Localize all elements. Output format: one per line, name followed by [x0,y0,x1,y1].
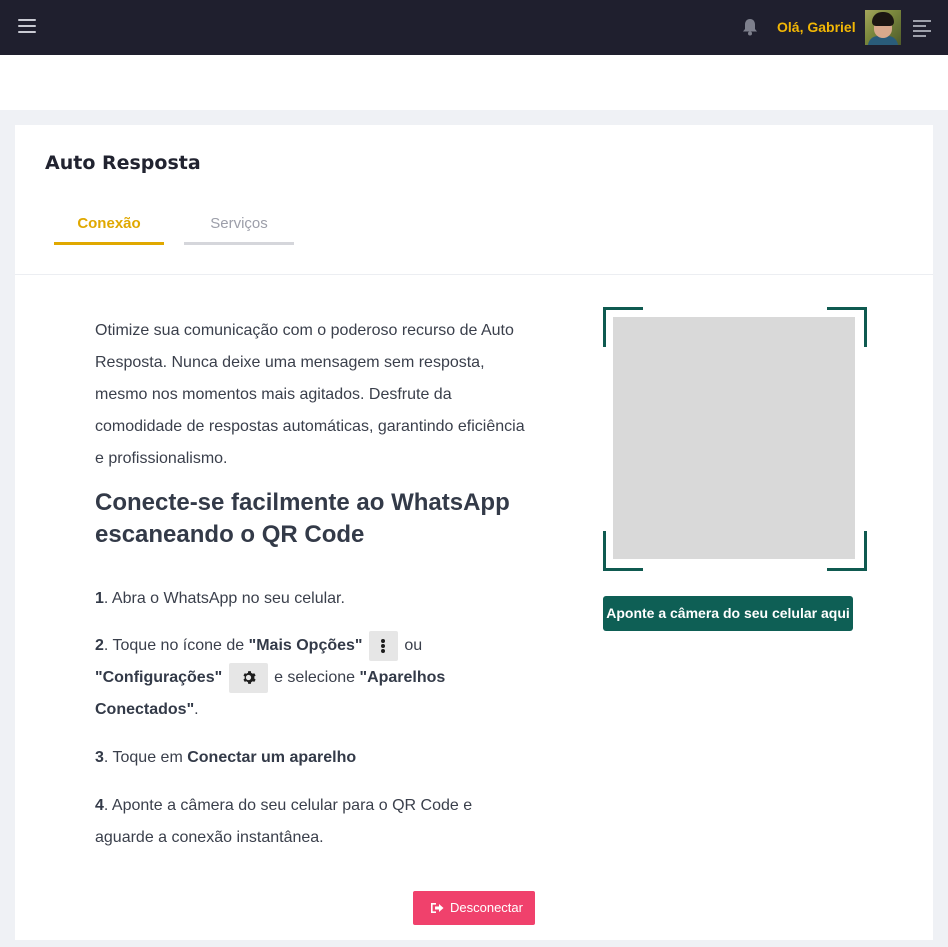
qr-code-frame [603,307,867,571]
tab-servicos[interactable]: Serviços [184,215,294,245]
step-3: 3. Toque em Conectar um aparelho [95,742,535,774]
page-title: Auto Resposta [45,152,201,174]
qr-code-placeholder [613,317,855,559]
step-number: 2 [95,637,104,654]
disconnect-button[interactable]: Desconectar [413,891,535,925]
tab-label: Serviços [210,215,268,232]
more-options-label: "Mais Opções" [248,637,363,654]
point-camera-button[interactable]: Aponte a câmera do seu celular aqui [603,596,853,631]
step-text: . Aponte a câmera do seu celular para o … [95,797,473,846]
step-number: 3 [95,749,104,766]
settings-label: "Configurações" [95,669,223,686]
step-1: 1. Abra o WhatsApp no seu celular. [95,583,535,615]
step-number: 1 [95,590,104,607]
step-4: 4. Aponte a câmera do seu celular para o… [95,790,535,854]
step-2: 2. Toque no ícone de "Mais Opções" ou "Co… [95,630,535,726]
frame-corner [827,531,867,571]
user-avatar[interactable] [865,10,901,45]
disconnect-label: Desconectar [450,900,523,915]
qr-instructions-heading: Conecte-se facilmente ao WhatsApp escane… [95,489,510,548]
vertical-dots-icon [368,630,398,661]
intro-text: Otimize sua comunicação com o poderoso r… [95,322,525,467]
auto-response-card: Auto Resposta Conexão Serviços Otimize s… [15,125,933,940]
step-text: ou [399,637,423,654]
user-greeting[interactable]: Olá, Gabriel [777,19,856,35]
step-text: . Abra o WhatsApp no seu celular. [103,590,345,607]
frame-corner [827,307,867,347]
tab-label: Conexão [77,215,141,232]
tabs-divider [15,274,933,275]
step-text: . [194,701,199,718]
tab-conexao[interactable]: Conexão [54,215,164,245]
top-navbar: Olá, Gabriel [0,0,948,55]
step-number: 4 [95,797,104,814]
page-subheader [0,55,948,110]
step-text: . Toque no ícone de [103,637,249,654]
step-text: . Toque em [103,749,188,766]
sign-out-icon [431,903,444,913]
frame-corner [603,531,643,571]
gear-icon [228,662,268,693]
hamburger-icon[interactable] [18,19,36,35]
connect-device-label: Conectar um aparelho [187,749,357,766]
align-right-menu-icon[interactable] [913,20,931,37]
step-text: e selecione [269,669,360,686]
bell-icon[interactable] [740,17,760,37]
frame-corner [603,307,643,347]
